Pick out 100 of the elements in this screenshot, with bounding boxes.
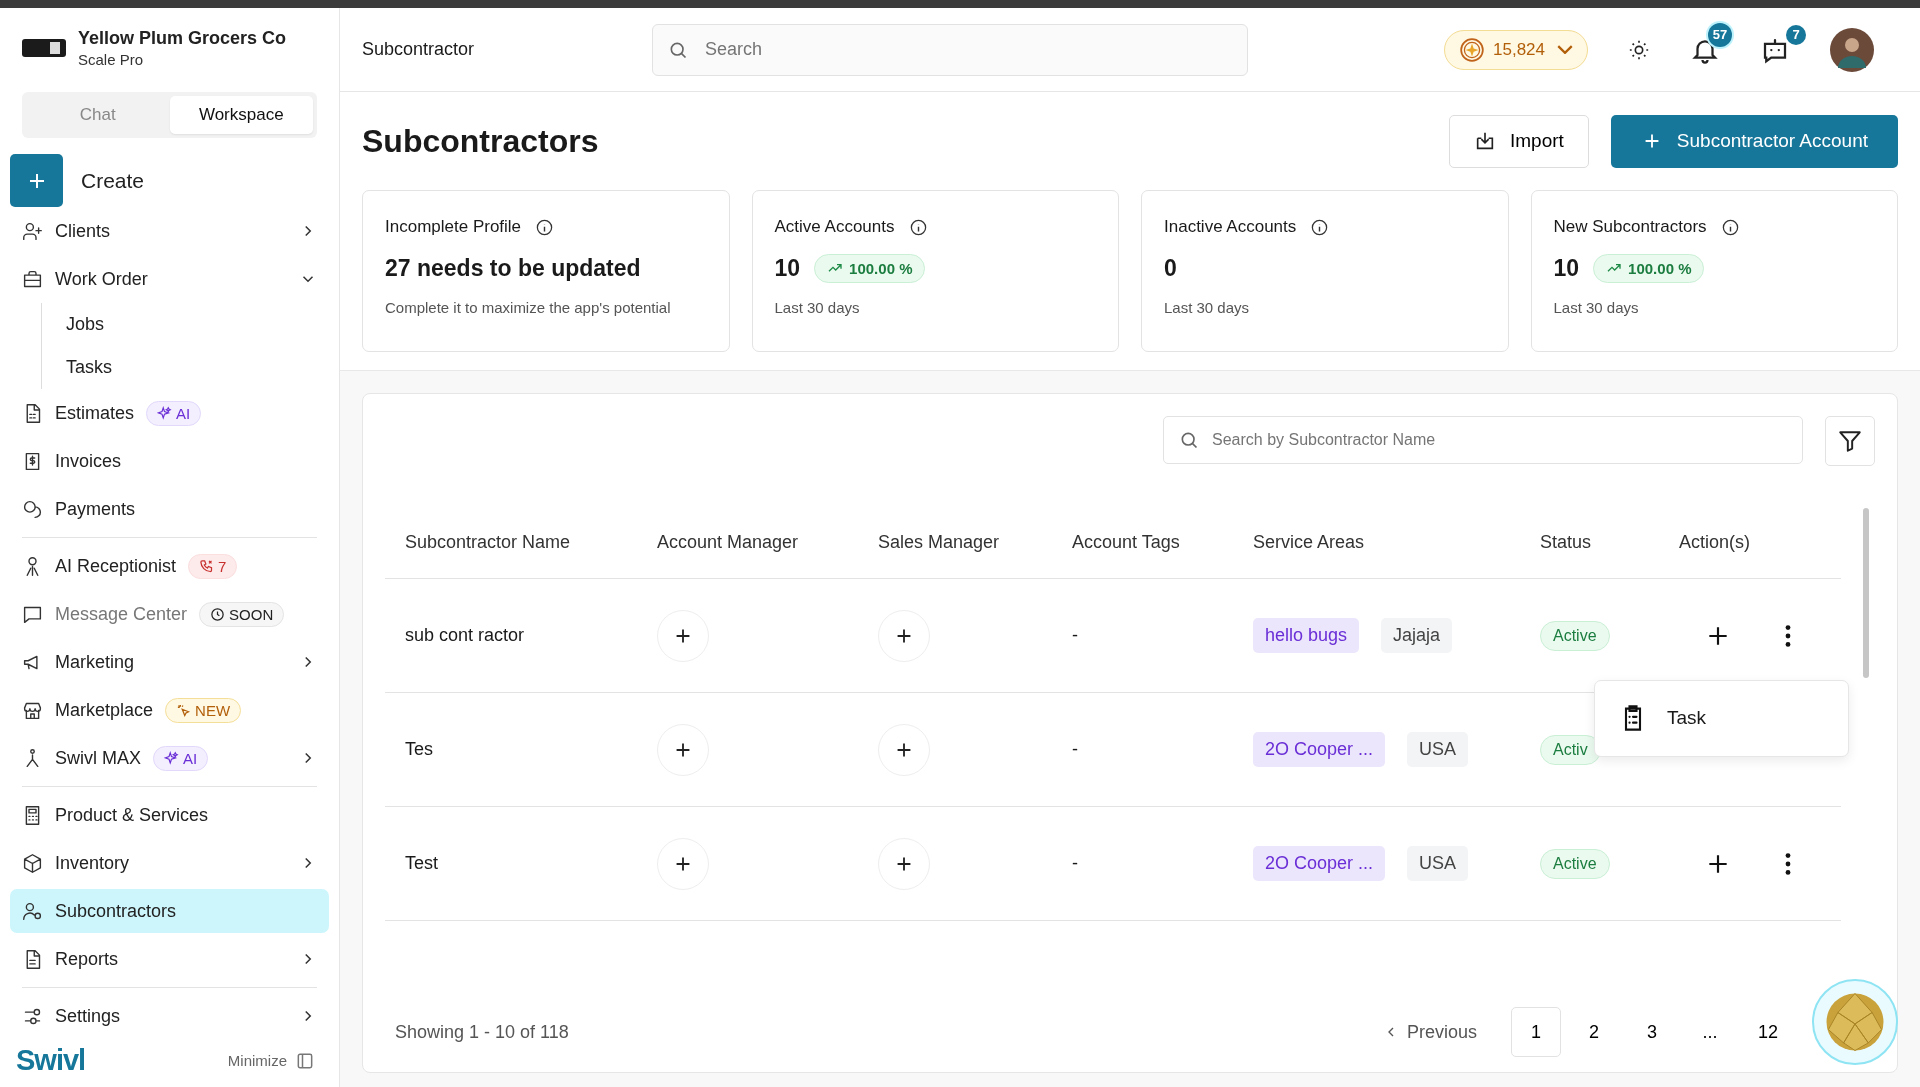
stat-value: 10 [774,254,801,282]
sun-icon[interactable] [1628,38,1650,61]
nav-item[interactable]: Settings [10,994,329,1038]
logo-icon [22,37,66,59]
chevron-down-icon [1557,45,1573,54]
table-cell-text: Tes [405,739,434,760]
nav-item[interactable]: Marketing [10,640,329,684]
nav-item[interactable]: Payments [10,487,329,531]
minimize-button[interactable]: Minimize [221,1049,321,1072]
info-icon[interactable] [1310,217,1330,237]
nav-label: Invoices [55,450,122,472]
stat-value: 0 [1164,254,1177,282]
stat-note: Complete it to maximize the app's potential [385,299,672,316]
stat-note: Last 30 days [1553,299,1640,316]
stat-title: Inactive Accounts [1164,217,1297,237]
column-header: Account Manager [657,531,800,553]
nav-label: Reports [55,948,119,970]
phone-icon [199,558,215,574]
table-cell-text: sub cont ractor [405,625,526,646]
nav-item[interactable]: Work Order [10,257,329,301]
filter-button[interactable] [1825,416,1875,466]
breadcrumb: Subcontractor [362,39,476,60]
nav-label: Settings [55,1005,121,1027]
nav-item[interactable]: Marketplace NEW [10,688,329,732]
nav-item[interactable]: AI Receptionist 7 [10,544,329,588]
nav-label: Product & Services [55,804,209,826]
add-subcontractor-button[interactable]: Subcontractor Account [1610,114,1898,168]
cursor-click-icon [176,702,192,718]
coins-button[interactable]: 15,824 [1444,29,1588,70]
mode-tab[interactable]: Workspace [169,96,313,134]
nav-label: Work Order [55,268,148,290]
nav-label: Payments [55,498,136,520]
page-button[interactable]: 1 [1511,1007,1561,1057]
nav-label: AI Receptionist [55,555,177,577]
stat-title: New Subcontractors [1553,217,1707,237]
scrollbar[interactable] [1863,508,1869,678]
results-summary: Showing 1 - 10 of 118 [395,1021,569,1043]
user-plus-icon [22,220,43,242]
status-pill: Active [1540,848,1610,879]
nav-label: Estimates [55,402,135,424]
more-icon [1785,851,1791,876]
stat-value: 27 needs to be updated [385,254,641,282]
page-button[interactable]: 3 [1627,1007,1677,1057]
stat-note: Last 30 days [1164,299,1251,316]
stat-title: Active Accounts [774,217,895,237]
info-icon[interactable] [535,217,555,237]
create-button[interactable] [10,154,63,207]
column-header: Subcontractor Name [405,531,572,553]
coin-icon [1459,36,1485,63]
column-header: Service Areas [1253,531,1366,553]
nav-item[interactable]: Reports [10,937,329,981]
area-tag: 2O Cooper ... [1253,846,1386,881]
search-field[interactable]: Search by Subcontractor Name [1163,416,1803,464]
table-cell-text: - [1072,853,1079,874]
message-count: 7 [1786,24,1806,45]
nav-label: Clients [55,220,111,242]
page-button[interactable]: 2 [1569,1007,1619,1057]
create-label: Create [81,168,145,193]
search-field[interactable]: Search [652,23,1248,76]
notification-count: 57 [1708,22,1732,47]
status-pill: Activ [1540,734,1601,765]
nav-label: Swivl MAX [55,747,141,769]
more-icon [1785,623,1791,648]
plan-name: Scale Pro [78,51,145,68]
page-button[interactable]: 12 [1743,1007,1793,1057]
column-header: Status [1540,531,1593,553]
area-tag: Jajaja [1381,618,1453,653]
stat-value: 10 [1553,254,1580,282]
cube-icon [22,852,43,874]
nav-item[interactable]: Invoices [10,439,329,483]
sparkle-icon [157,405,173,421]
nav-subitem[interactable]: Jobs [66,303,329,346]
change-badge: 100.00 % [1593,253,1705,283]
briefcase-icon [22,268,43,290]
sparkle-icon [164,750,179,766]
page-title: Subcontractors [362,122,599,160]
nav-item[interactable]: Clients [10,209,329,253]
area-tag: 2O Cooper ... [1253,732,1386,767]
brand-logo: Swivl [16,1044,86,1077]
previous-button[interactable]: Previous [1376,1020,1483,1044]
area-tag: USA [1407,846,1469,881]
nav-label: Subcontractors [55,900,177,922]
clock-icon [210,606,226,622]
nav-item[interactable]: Subcontractors [10,889,329,933]
nav-label: Inventory [55,852,130,874]
menu-item[interactable]: Task [1595,704,1848,732]
menu-label: Task [1667,707,1707,729]
info-icon[interactable] [1720,217,1740,237]
nav-item[interactable]: Swivl MAX AI [10,736,329,780]
nav-badge: NEW [165,697,242,723]
nav-item[interactable]: Estimates AI [10,391,329,435]
avatar[interactable] [1830,27,1874,72]
nav-item[interactable]: Product & Services [10,793,329,837]
info-icon[interactable] [908,217,928,237]
import-button[interactable]: Import [1448,114,1589,168]
nav-item[interactable]: Inventory [10,841,329,885]
nav-subitem[interactable]: Tasks [66,346,329,389]
filter-icon [1837,428,1863,454]
page-button[interactable]: ... [1685,1007,1735,1057]
nav-badge: 7 [188,553,238,579]
